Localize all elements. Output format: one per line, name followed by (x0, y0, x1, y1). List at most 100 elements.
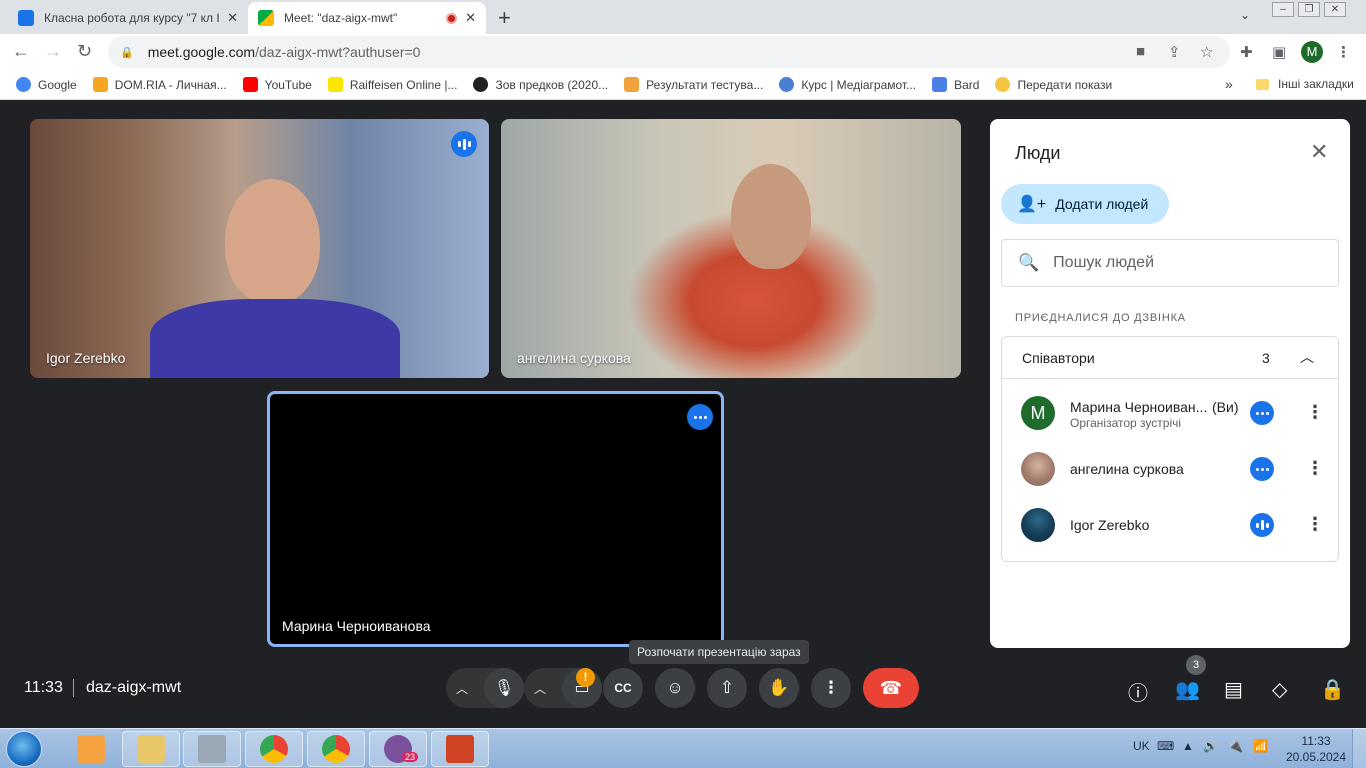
avatar (1021, 508, 1055, 542)
taskbar-app[interactable] (245, 731, 303, 767)
calculator-icon (198, 735, 226, 763)
divider (73, 679, 74, 697)
raise-hand-button[interactable]: ✋ (759, 668, 799, 708)
chevron-up-icon[interactable]: ︿ (456, 680, 468, 697)
reactions-button[interactable]: ☺ (655, 668, 695, 708)
more-vert-icon[interactable]: ⋮ (1306, 514, 1324, 535)
participant-video (731, 164, 811, 269)
bookmark-item[interactable]: YouTube (242, 77, 312, 92)
host-controls-icon[interactable]: 🔒 (1320, 677, 1345, 702)
minimize-button[interactable]: – (1272, 2, 1294, 17)
bookmark-item[interactable]: Курс | Медіаграмот... (779, 77, 916, 92)
network-icon[interactable]: 📶 (1253, 739, 1268, 753)
tab-meet[interactable]: Meet: "daz-aigx-mwt" ✕ (248, 2, 486, 34)
chevron-up-icon[interactable]: ︿ (534, 680, 546, 697)
bookmark-item[interactable]: Результати тестува... (624, 77, 763, 92)
search-people-input[interactable]: 🔍 Пошук людей (1001, 239, 1339, 287)
close-icon[interactable]: ✕ (1310, 139, 1328, 165)
taskbar-app[interactable] (183, 731, 241, 767)
show-desktop-button[interactable] (1352, 729, 1366, 768)
bookmark-item[interactable]: Raiffeisen Online |... (327, 77, 457, 92)
more-vert-icon[interactable]: ⋮ (1306, 402, 1324, 423)
tab-search-icon[interactable]: ⌄ (1240, 8, 1250, 22)
microphone-icon: 🎙 (493, 680, 515, 697)
more-vert-icon[interactable]: ⋮ (1306, 458, 1324, 479)
more-options-icon[interactable] (687, 404, 713, 430)
show-hidden-icons[interactable]: ▲ (1182, 739, 1194, 753)
browser-toolbar: ← → ↻ 🔒 meet.google.com/daz-aigx-mwt?aut… (0, 34, 1366, 70)
captions-button[interactable]: CC (603, 668, 643, 708)
you-label: (Ви) (1212, 399, 1239, 415)
chat-icon[interactable]: ▤ (1224, 677, 1243, 702)
new-tab-button[interactable]: + (498, 5, 511, 31)
add-people-button[interactable]: 👤+ Додати людей (1001, 184, 1169, 224)
reload-icon[interactable]: ↻ (77, 41, 92, 62)
forward-icon[interactable]: → (44, 41, 62, 62)
bookmark-item[interactable]: Bard (932, 77, 979, 92)
microphone-button[interactable]: 🎙 (484, 668, 524, 708)
people-icon[interactable]: 👥 (1175, 677, 1200, 702)
bookmark-item[interactable]: DOM.RIA - Личная... (92, 77, 227, 92)
bookmark-item[interactable]: Зов предков (2020... (473, 77, 608, 92)
cast-icon (995, 77, 1011, 92)
chevron-up-icon[interactable]: ︿ (1300, 347, 1314, 367)
group-header[interactable]: Співавтори 3 ︿ (1002, 337, 1338, 379)
bookmark-star-icon[interactable]: ☆ (1200, 43, 1213, 61)
other-bookmarks[interactable]: Інші закладки (1256, 77, 1354, 91)
captions-icon: CC (614, 681, 632, 695)
participant-role: Організатор зустрічі (1070, 416, 1182, 430)
video-tile-igor[interactable]: Igor Zerebko (30, 119, 489, 378)
camera-in-use-icon[interactable]: ■ (1136, 43, 1145, 60)
keyboard-icon[interactable]: ⌨ (1157, 739, 1174, 753)
taskbar-app[interactable]: 23 (369, 731, 427, 767)
avatar (1021, 452, 1055, 486)
url-text[interactable]: meet.google.com/daz-aigx-mwt?authuser=0 (148, 44, 421, 60)
back-icon[interactable]: ← (12, 41, 30, 62)
participant-name: Марина Черноиванова (282, 618, 431, 634)
bookmark-item[interactable]: Передати покази (995, 77, 1112, 92)
video-tile-marina[interactable]: Марина Черноиванова (267, 391, 724, 647)
more-bookmarks-icon[interactable]: » (1225, 76, 1233, 92)
taskbar-app[interactable] (122, 731, 180, 767)
close-tab-icon[interactable]: ✕ (465, 10, 476, 26)
activities-icon[interactable]: ◇ (1272, 677, 1287, 702)
taskbar-app[interactable] (62, 731, 120, 767)
side-panel-icon[interactable]: ▣ (1272, 43, 1286, 61)
video-tile-angelina[interactable]: ангелина суркова (501, 119, 961, 378)
participant-name: Igor Zerebko (1070, 517, 1150, 533)
people-count-badge: 3 (1186, 655, 1206, 675)
notification-badge: 23 (402, 752, 419, 762)
start-button[interactable] (6, 731, 42, 767)
close-window-button[interactable]: ✕ (1324, 2, 1346, 17)
taskbar-app[interactable] (307, 731, 365, 767)
profile-avatar[interactable]: M (1301, 41, 1323, 63)
chrome-menu-icon[interactable]: ⋮ (1336, 43, 1351, 61)
present-button[interactable]: ⇧ (707, 668, 747, 708)
participant-row[interactable]: M Марина Черноиван... (Ви) Організатор з… (1002, 385, 1338, 441)
tooltip: Розпочати презентацію зараз (629, 640, 809, 664)
share-icon[interactable]: ⇪ (1168, 43, 1181, 61)
extensions-icon[interactable]: ✚ (1240, 43, 1253, 61)
system-clock[interactable]: 11:33 20.05.2024 (1284, 733, 1348, 765)
restore-button[interactable]: ❐ (1298, 2, 1320, 17)
leave-call-button[interactable]: ☎ (863, 668, 919, 708)
participant-row[interactable]: ангелина суркова ⋮ (1002, 441, 1338, 497)
participant-name: ангелина суркова (517, 350, 631, 366)
close-tab-icon[interactable]: ✕ (227, 10, 238, 26)
volume-icon[interactable]: 🔊 (1203, 739, 1218, 753)
hang-up-icon: ☎ (879, 677, 903, 698)
participant-shirt (150, 299, 400, 378)
power-icon[interactable]: 🔌 (1228, 739, 1243, 753)
info-icon[interactable]: ⓘ (1128, 677, 1148, 706)
tab-classroom[interactable]: Класна робота для курсу "7 кл І ✕ (8, 2, 248, 34)
language-indicator[interactable]: UK (1133, 739, 1150, 753)
lock-icon[interactable]: 🔒 (120, 46, 134, 59)
bookmark-item[interactable]: Google (16, 77, 77, 92)
taskbar-app[interactable] (431, 731, 489, 767)
bookmarks-bar: Google DOM.RIA - Личная... YouTube Raiff… (0, 70, 1366, 100)
youtube-icon (242, 77, 258, 92)
raiffeisen-icon (327, 77, 343, 92)
more-options-button[interactable]: ⋮ (811, 668, 851, 708)
participant-row[interactable]: Igor Zerebko ⋮ (1002, 497, 1338, 553)
address-bar[interactable]: 🔒 meet.google.com/daz-aigx-mwt?authuser=… (108, 36, 1230, 68)
